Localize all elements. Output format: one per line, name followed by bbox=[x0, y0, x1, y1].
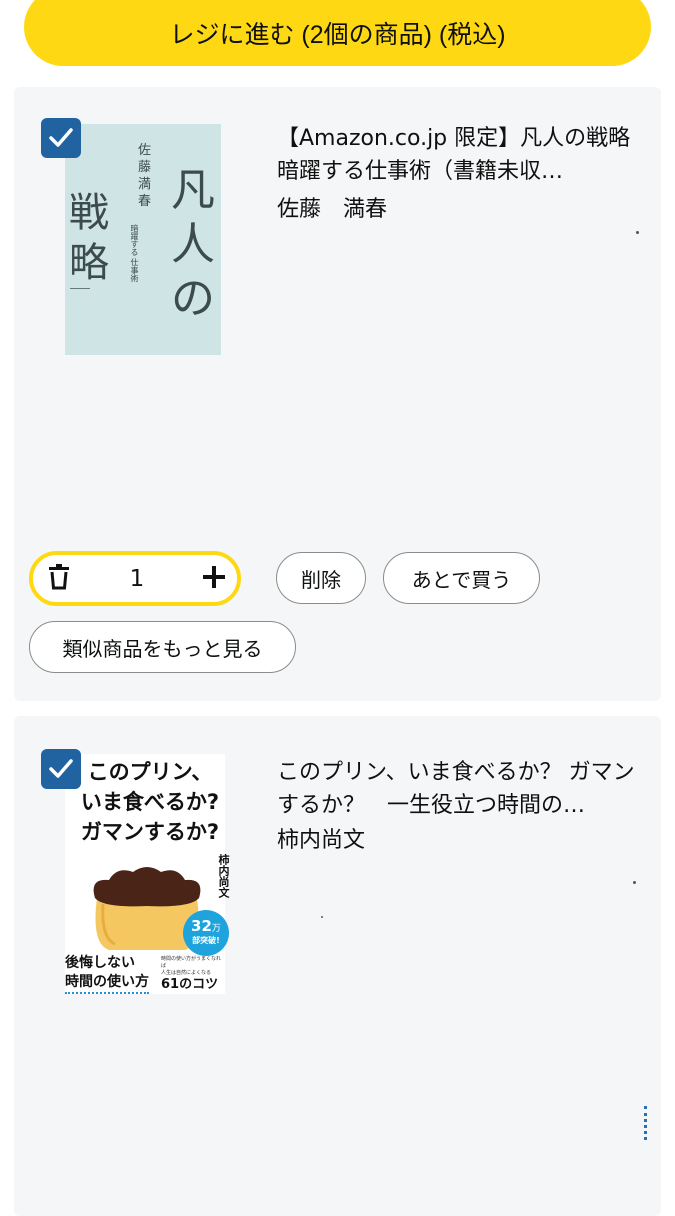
checkout-button[interactable]: レジに進む (2個の商品) (税込) bbox=[24, 0, 651, 66]
see-similar-button[interactable]: 類似商品をもっと見る bbox=[29, 621, 296, 673]
product-title[interactable]: 【Amazon.co.jp 限定】凡人の戦略 暗躍する仕事術（書籍未収… bbox=[277, 122, 647, 188]
product-author: 柿内尚文 bbox=[277, 828, 366, 853]
trash-icon[interactable] bbox=[47, 563, 71, 594]
cart-item: このプリン、 いま食べるか? ガマンするか? 柿内尚文 32万 部突破! 後悔し… bbox=[14, 716, 661, 1216]
cover-tagline: 暗躍する 仕事術 bbox=[130, 224, 139, 282]
checkmark-icon bbox=[49, 759, 73, 778]
cover-subtitle: 戦 略 bbox=[69, 190, 109, 286]
item-checkbox[interactable] bbox=[41, 118, 81, 158]
cart-item: 凡 人 の 戦 略 佐 藤 満 春 暗躍する 仕事術 【Amazon.co.jp… bbox=[14, 87, 661, 701]
quantity-stepper[interactable]: 1 bbox=[29, 551, 241, 606]
product-title[interactable]: このプリン、いま食べるか？ ガマンするか？ 一生役立つ時間の… bbox=[277, 756, 647, 822]
cover-bottom-left: 後悔しない 時間の使い方 bbox=[65, 954, 149, 994]
cover-author: 佐 藤 満 春 bbox=[138, 143, 152, 209]
product-author: 佐藤 満春 bbox=[277, 197, 388, 222]
plus-icon[interactable] bbox=[202, 565, 225, 592]
quantity-value: 1 bbox=[129, 565, 145, 592]
product-image[interactable]: 凡 人 の 戦 略 佐 藤 満 春 暗躍する 仕事術 bbox=[65, 124, 221, 355]
cover-bottom-right: 61のコツ bbox=[161, 977, 219, 992]
divider-dot bbox=[636, 231, 639, 234]
loading-spinner-icon bbox=[634, 1106, 647, 1140]
product-image[interactable]: このプリン、 いま食べるか? ガマンするか? 柿内尚文 32万 部突破! 後悔し… bbox=[65, 754, 230, 994]
cover-title: このプリン、 いま食べるか? ガマンするか? bbox=[80, 760, 220, 844]
cover-author: 柿内尚文 bbox=[217, 854, 230, 898]
save-for-later-button[interactable]: あとで買う bbox=[383, 552, 540, 604]
checkmark-icon bbox=[49, 128, 73, 147]
sales-badge: 32万 部突破! bbox=[183, 910, 229, 956]
delete-button[interactable]: 削除 bbox=[276, 552, 366, 604]
divider-dot bbox=[321, 916, 323, 918]
cover-rule bbox=[70, 288, 90, 289]
divider-dot bbox=[633, 881, 636, 884]
cover-title: 凡 人 の bbox=[171, 165, 215, 324]
item-checkbox[interactable] bbox=[41, 749, 81, 789]
